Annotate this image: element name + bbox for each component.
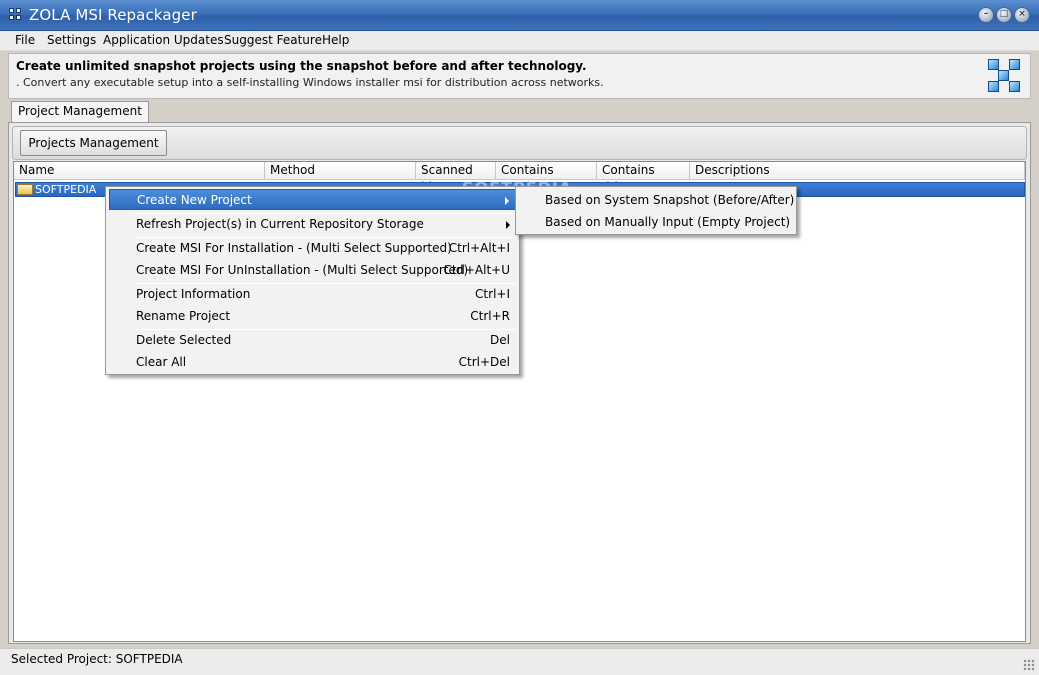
banner-subtitle: . Convert any executable setup into a se… (16, 76, 604, 89)
submenu-item-manual-input[interactable]: Based on Manually Input (Empty Project) (545, 215, 790, 229)
minimize-icon: – (983, 9, 989, 19)
close-button[interactable]: × (1014, 7, 1030, 23)
menu-item-delete-selected[interactable]: Delete Selected Del (109, 330, 516, 351)
column-name[interactable]: Name (14, 162, 265, 180)
resize-grip-icon[interactable] (1023, 659, 1035, 671)
row-project-name: SOFTPEDIA (35, 183, 97, 196)
menu-settings[interactable]: Settings (47, 33, 96, 47)
banner-title: Create unlimited snapshot projects using… (16, 59, 587, 73)
app-logo-icon (988, 59, 1022, 93)
menu-item-shortcut: Ctrl+R (470, 309, 510, 323)
menu-item-create-msi-install[interactable]: Create MSI For Installation - (Multi Sel… (109, 238, 516, 259)
info-banner: Create unlimited snapshot projects using… (8, 53, 1031, 99)
menu-item-shortcut: Ctrl+Del (458, 355, 510, 369)
menu-item-label: Create MSI For UnInstallation - (Multi S… (136, 263, 469, 277)
menu-item-project-information[interactable]: Project Information Ctrl+I (109, 284, 516, 305)
projects-management-button[interactable]: Projects Management (20, 130, 167, 156)
status-bar: Selected Project: SOFTPEDIA (0, 648, 1039, 675)
submenu-arrow-icon (506, 221, 510, 229)
menu-item-shortcut: Del (490, 333, 510, 347)
title-bar: ZOLA MSI Repackager – □ × (0, 0, 1039, 31)
menu-item-create-msi-uninstall[interactable]: Create MSI For UnInstallation - (Multi S… (109, 260, 516, 281)
menu-item-create-new-project[interactable]: Create New Project (109, 189, 516, 210)
menu-item-label: Create MSI For Installation - (Multi Sel… (136, 241, 452, 255)
menu-application-updates[interactable]: Application Updates (103, 33, 224, 47)
menu-suggest-feature[interactable]: Suggest Feature (224, 33, 322, 47)
maximize-icon: □ (999, 9, 1009, 19)
tab-strip: Project Management (8, 101, 1031, 123)
column-descriptions[interactable]: Descriptions (690, 162, 1025, 180)
menu-item-clear-all[interactable]: Clear All Ctrl+Del (109, 352, 516, 373)
minimize-button[interactable]: – (978, 7, 994, 23)
window-title: ZOLA MSI Repackager (29, 6, 197, 24)
context-menu: Create New Project Refresh Project(s) in… (105, 186, 520, 375)
menu-item-label: Create New Project (137, 193, 252, 207)
create-project-submenu: Based on System Snapshot (Before/After) … (515, 186, 797, 235)
app-icon (9, 8, 23, 22)
menu-item-rename-project[interactable]: Rename Project Ctrl+R (109, 306, 516, 327)
submenu-arrow-icon (505, 197, 509, 205)
menu-file[interactable]: File (15, 33, 35, 47)
menu-item-shortcut: Ctrl+Alt+U (443, 263, 511, 277)
menu-item-label: Project Information (136, 287, 251, 301)
submenu-item-system-snapshot[interactable]: Based on System Snapshot (Before/After) (545, 193, 794, 207)
folder-icon (17, 184, 33, 195)
column-method[interactable]: Method (265, 162, 416, 180)
status-text: Selected Project: SOFTPEDIA (11, 652, 183, 666)
menu-item-label: Rename Project (136, 309, 231, 323)
tab-project-management[interactable]: Project Management (11, 101, 149, 123)
menu-help[interactable]: Help (322, 33, 349, 47)
menu-item-shortcut: Ctrl+Alt+I (448, 241, 510, 255)
menu-bar: File Settings Application Updates Sugges… (0, 31, 1039, 51)
menu-item-refresh-projects[interactable]: Refresh Project(s) in Current Repository… (109, 214, 516, 235)
menu-item-label: Clear All (136, 355, 187, 369)
column-contains-drivers[interactable]: Contains drivers (597, 162, 690, 194)
menu-item-label: Delete Selected (136, 333, 232, 347)
close-icon: × (1018, 9, 1026, 19)
menu-item-label: Refresh Project(s) in Current Repository… (136, 217, 424, 231)
menu-item-shortcut: Ctrl+I (475, 287, 510, 301)
maximize-button[interactable]: □ (996, 7, 1012, 23)
